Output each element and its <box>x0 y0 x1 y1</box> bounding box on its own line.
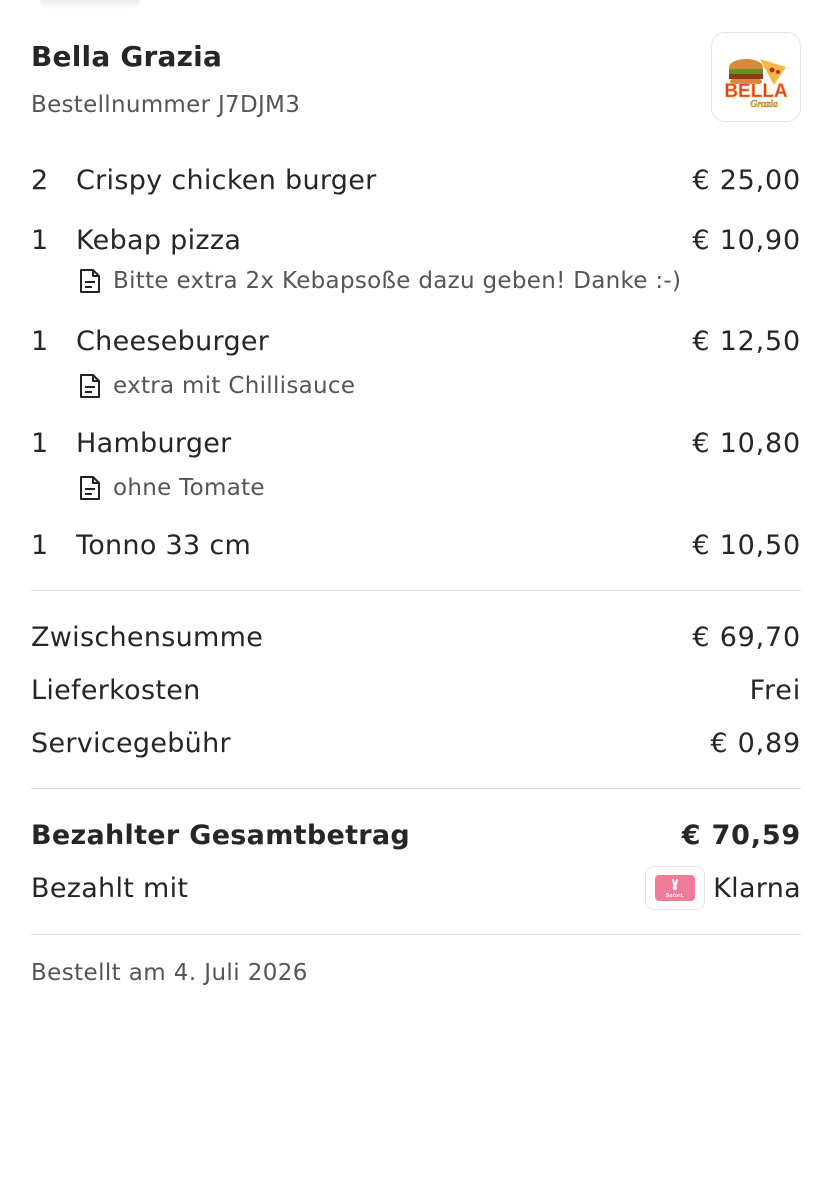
item-note: Bitte extra 2x Kebapsoße dazu geben! Dan… <box>76 264 801 298</box>
restaurant-logo-icon: BELLA Grazia <box>724 59 788 109</box>
service-fee-value: € 0,89 <box>710 727 801 759</box>
payment-method: Sofort. Klarna <box>645 866 801 910</box>
total-value: € 70,59 <box>681 819 801 851</box>
item-note-text: extra mit Chillisauce <box>113 373 356 399</box>
list-item: 1 Hamburger € 10,80 ohne Tomate <box>31 423 801 505</box>
divider <box>31 934 801 935</box>
service-fee-row: Servicegebühr € 0,89 <box>31 723 801 763</box>
item-name: Kebap pizza <box>76 224 242 256</box>
item-price: € 10,90 <box>692 224 801 256</box>
item-note: ohne Tomate <box>76 471 801 505</box>
divider <box>31 590 801 591</box>
paid-with-label: Bezahlt mit <box>31 872 189 904</box>
item-name: Tonno 33 cm <box>76 529 252 561</box>
total-row: Bezahlter Gesamtbetrag € 70,59 <box>31 815 801 855</box>
list-item: 1 Kebap pizza € 10,90 Bitte extra 2x Keb… <box>31 220 801 298</box>
item-quantity: 1 <box>31 224 49 256</box>
payment-icon-text: Sofort. <box>666 893 685 899</box>
logo-text-sub: Grazia <box>750 99 778 109</box>
item-quantity: 2 <box>31 164 49 196</box>
list-item: 1 Cheeseburger € 12,50 extra mit Chillis… <box>31 321 801 403</box>
item-price: € 25,00 <box>692 164 801 196</box>
payment-method-name: Klarna <box>713 872 801 904</box>
ordered-at-date: Bestellt am 4. Juli 2026 <box>31 960 308 986</box>
item-note: extra mit Chillisauce <box>76 369 801 403</box>
restaurant-logo: BELLA Grazia <box>711 32 801 122</box>
item-price: € 10,80 <box>692 427 801 459</box>
receipt-header: Bella Grazia Bestellnummer J7DJM3 BELLA … <box>31 0 801 140</box>
service-fee-label: Servicegebühr <box>31 727 231 759</box>
item-price: € 10,50 <box>692 529 801 561</box>
item-price: € 12,50 <box>692 325 801 357</box>
subtotal-row: Zwischensumme € 69,70 <box>31 617 801 657</box>
item-quantity: 1 <box>31 325 49 357</box>
note-icon <box>76 372 104 400</box>
subtotal-label: Zwischensumme <box>31 621 264 653</box>
note-icon <box>76 474 104 502</box>
order-receipt: Bella Grazia Bestellnummer J7DJM3 BELLA … <box>31 0 801 986</box>
restaurant-name: Bella Grazia <box>31 40 223 73</box>
item-quantity: 1 <box>31 427 49 459</box>
delivery-row: Lieferkosten Frei <box>31 670 801 710</box>
divider <box>31 788 801 789</box>
delivery-value: Frei <box>749 674 801 706</box>
order-number: Bestellnummer J7DJM3 <box>31 92 301 118</box>
list-item: 1 Tonno 33 cm € 10,50 <box>31 525 801 565</box>
item-note-text: Bitte extra 2x Kebapsoße dazu geben! Dan… <box>113 268 682 294</box>
payment-row: Bezahlt mit Sofort. Klarna <box>31 866 801 910</box>
delivery-label: Lieferkosten <box>31 674 201 706</box>
item-note-text: ohne Tomate <box>113 475 265 501</box>
item-quantity: 1 <box>31 529 49 561</box>
item-name: Hamburger <box>76 427 232 459</box>
item-name: Cheeseburger <box>76 325 270 357</box>
subtotal-value: € 69,70 <box>692 621 801 653</box>
item-name: Crispy chicken burger <box>76 164 377 196</box>
list-item: 2 Crispy chicken burger € 25,00 <box>31 160 801 200</box>
klarna-sofort-icon: Sofort. <box>645 866 706 910</box>
total-label: Bezahlter Gesamtbetrag <box>31 819 411 851</box>
note-icon <box>76 267 104 295</box>
